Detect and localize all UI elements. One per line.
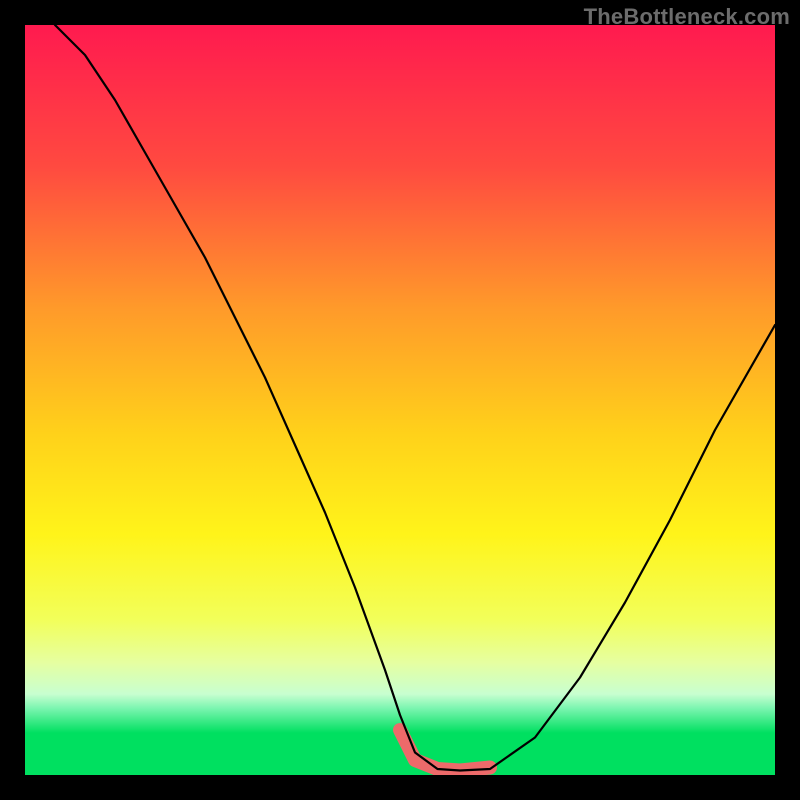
plot-area <box>25 25 775 775</box>
watermark-text: TheBottleneck.com <box>584 4 790 30</box>
chart-frame: TheBottleneck.com <box>0 0 800 800</box>
curve-layer <box>25 25 775 775</box>
bottleneck-curve <box>55 25 775 771</box>
